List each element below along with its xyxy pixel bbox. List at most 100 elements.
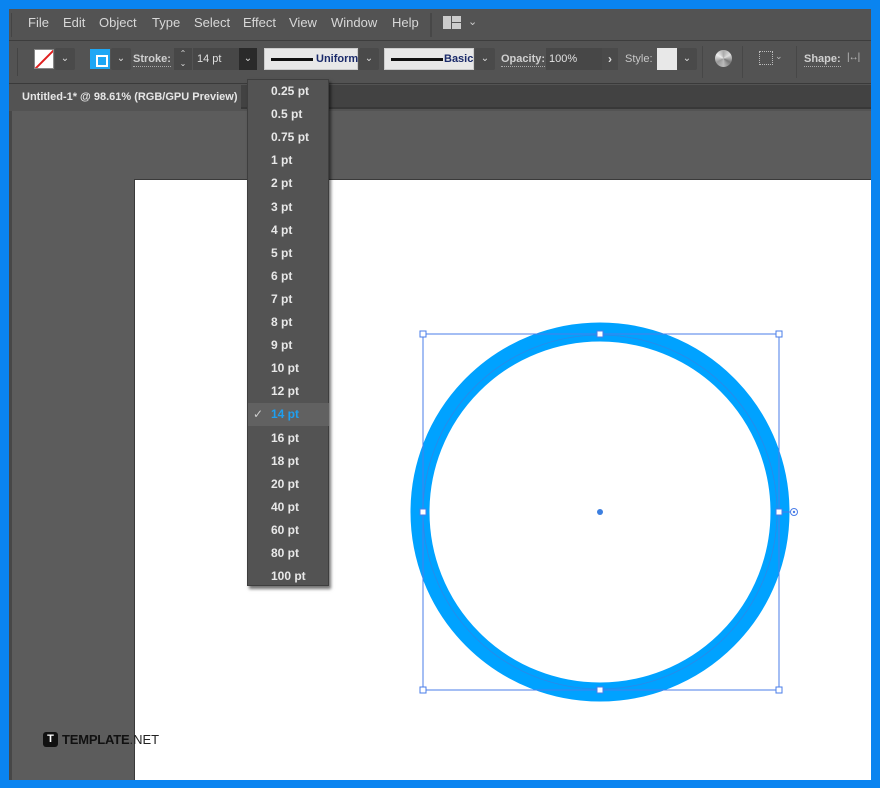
- stroke-option-label: 5 pt: [271, 245, 293, 260]
- stroke-option[interactable]: 40 pt: [248, 496, 329, 519]
- menu-divider: [11, 13, 12, 37]
- stroke-option[interactable]: 18 pt: [248, 450, 329, 473]
- opacity-input[interactable]: 100%: [546, 48, 602, 70]
- stroke-option[interactable]: ✓ 14 pt: [248, 403, 329, 427]
- stroke-option[interactable]: 20 pt: [248, 473, 329, 496]
- document-tab[interactable]: Untitled-1* @ 98.61% (RGB/GPU Preview): [9, 85, 241, 109]
- stroke-option-label: 6 pt: [271, 268, 293, 283]
- stroke-option[interactable]: 8 pt: [248, 311, 329, 334]
- stroke-color-dropdown-button[interactable]: ⌄: [111, 48, 131, 70]
- stroke-option[interactable]: 12 pt: [248, 380, 329, 403]
- stroke-label[interactable]: Stroke:: [133, 53, 171, 67]
- toolbar-divider: [796, 46, 797, 78]
- watermark-suffix: .NET: [129, 732, 160, 747]
- handle-bottom-right[interactable]: [775, 686, 783, 694]
- variable-width-profile-select[interactable]: Uniform: [264, 48, 358, 70]
- menu-type[interactable]: Type: [152, 15, 180, 30]
- stroke-weight-stepper[interactable]: ⌃ ⌄: [174, 48, 192, 70]
- align-icon[interactable]: [759, 51, 773, 65]
- menu-select[interactable]: Select: [194, 15, 230, 30]
- toolbar-divider: [702, 46, 703, 78]
- artwork-layer[interactable]: [135, 180, 871, 780]
- shape-label[interactable]: Shape:: [804, 53, 841, 67]
- handle-middle-left[interactable]: [419, 508, 427, 516]
- variable-width-profile-label: Uniform: [316, 53, 359, 65]
- menu-view[interactable]: View: [289, 15, 317, 30]
- stroke-option[interactable]: 80 pt: [248, 542, 329, 565]
- document-tab-bar: Untitled-1* @ 98.61% (RGB/GPU Preview): [9, 85, 871, 109]
- brush-definition-dropdown-button[interactable]: ⌄: [475, 48, 495, 70]
- template-logo-icon: T: [43, 732, 58, 747]
- stroke-option[interactable]: 100 pt: [248, 565, 329, 588]
- stroke-option-label: 16 pt: [271, 430, 300, 445]
- shape-width-icon[interactable]: |↔|: [847, 52, 860, 63]
- toolbar-divider: [742, 46, 743, 78]
- handle-top-right[interactable]: [775, 330, 783, 338]
- menu-help[interactable]: Help: [392, 15, 419, 30]
- stroke-option[interactable]: 7 pt: [248, 288, 329, 311]
- menu-object[interactable]: Object: [99, 15, 137, 30]
- handle-top-center[interactable]: [596, 330, 604, 338]
- stroke-option-label: 4 pt: [271, 222, 293, 237]
- artboard[interactable]: [134, 179, 871, 780]
- opacity-expand-button[interactable]: ›: [602, 48, 618, 70]
- stroke-option-label: 18 pt: [271, 453, 300, 468]
- checkmark-icon: ✓: [253, 407, 264, 422]
- center-point[interactable]: [597, 509, 603, 515]
- menu-file[interactable]: File: [28, 15, 49, 30]
- fill-dropdown-button[interactable]: ⌄: [55, 48, 75, 70]
- stroke-option-label: 10 pt: [271, 361, 300, 376]
- stroke-option-label: 8 pt: [271, 315, 293, 329]
- workspace-switcher-icon[interactable]: [443, 16, 461, 29]
- stroke-weight-dropdown-button[interactable]: ⌄: [239, 48, 257, 70]
- stroke-option[interactable]: 4 pt: [248, 219, 329, 242]
- illustrator-window: File Edit Object Type Select Effect View…: [9, 9, 871, 780]
- stroke-option[interactable]: 6 pt: [248, 265, 329, 288]
- brush-definition-label: Basic: [444, 53, 474, 65]
- menu-bar: File Edit Object Type Select Effect View…: [9, 9, 871, 41]
- stroke-weight-input[interactable]: 14 pt: [193, 48, 239, 70]
- graphic-style-dropdown-button[interactable]: ⌄: [677, 48, 697, 70]
- stroke-option[interactable]: 16 pt: [248, 427, 329, 450]
- stroke-option[interactable]: 9 pt: [248, 334, 329, 357]
- stroke-option[interactable]: 0.75 pt: [248, 126, 329, 149]
- chevron-down-icon[interactable]: ⌄: [468, 15, 477, 28]
- variable-width-dropdown-button[interactable]: ⌄: [359, 48, 379, 70]
- line-preview: [391, 58, 443, 61]
- stroke-option[interactable]: 1 pt: [248, 149, 329, 172]
- stroke-swatch[interactable]: [90, 49, 110, 69]
- brush-definition-select[interactable]: Basic: [384, 48, 474, 70]
- stroke-option[interactable]: 5 pt: [248, 242, 329, 265]
- handle-top-left[interactable]: [419, 330, 427, 338]
- stroke-option[interactable]: 2 pt: [248, 172, 329, 195]
- recolor-artwork-icon[interactable]: [715, 50, 732, 67]
- stroke-option[interactable]: 60 pt: [248, 519, 329, 542]
- stroke-option[interactable]: 0.25 pt: [248, 80, 329, 103]
- opacity-label[interactable]: Opacity:: [501, 53, 546, 67]
- handle-bottom-center[interactable]: [596, 686, 604, 694]
- fill-swatch[interactable]: [34, 49, 54, 69]
- stroke-option[interactable]: 0.5 pt: [248, 103, 329, 126]
- stroke-option-label: 20 pt: [271, 476, 300, 491]
- stroke-option[interactable]: 10 pt: [248, 357, 329, 380]
- stroke-option-label: 7 pt: [271, 291, 293, 306]
- stroke-option-label: 0.5 pt: [271, 107, 303, 122]
- stroke-option-label: 3 pt: [271, 199, 293, 214]
- menu-edit[interactable]: Edit: [63, 15, 85, 30]
- graphic-style-swatch[interactable]: [657, 48, 677, 70]
- watermark-brand: TEMPLATE: [62, 732, 130, 747]
- control-bar: ⌄ ⌄ Stroke: ⌃ ⌄ 14 pt ⌄ Uniform ⌄ Basic ⌄…: [9, 42, 871, 84]
- control-bar-grip: [17, 48, 18, 76]
- handle-middle-right[interactable]: [775, 508, 783, 516]
- stroke-option[interactable]: 3 pt: [248, 196, 329, 219]
- chevron-down-icon[interactable]: ⌄: [775, 51, 783, 62]
- menu-effect[interactable]: Effect: [243, 15, 276, 30]
- menu-window[interactable]: Window: [331, 15, 377, 30]
- panel-edge: [9, 111, 12, 780]
- stroke-option-label: 14 pt: [271, 407, 300, 422]
- stroke-option-label: 1 pt: [271, 153, 293, 168]
- template-net-watermark: T TEMPLATE .NET: [43, 731, 159, 748]
- line-preview: [271, 58, 313, 61]
- handle-bottom-left[interactable]: [419, 686, 427, 694]
- canvas-area[interactable]: [9, 111, 871, 780]
